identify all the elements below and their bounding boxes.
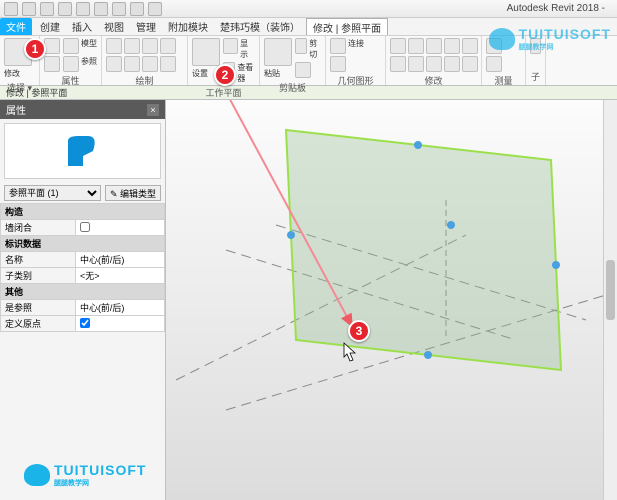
qat-redo[interactable] (58, 2, 72, 16)
close-icon[interactable]: × (147, 104, 159, 116)
ribbon-panel-geometry: 连接 几何图形 (326, 36, 386, 85)
props-btn-2[interactable] (44, 56, 60, 72)
app-title: Autodesk Revit 2018 - (507, 3, 605, 14)
type-preview (4, 123, 161, 179)
prop-isref-val[interactable]: 中心(前/后) (75, 300, 164, 316)
vertical-scrollbar[interactable] (603, 100, 617, 500)
draw-rect[interactable] (124, 38, 140, 54)
m3[interactable] (426, 38, 442, 54)
prop-name-val[interactable]: 中心(前/后) (75, 252, 164, 268)
ref-icon[interactable] (63, 56, 79, 72)
sec-id: 标识数据 (1, 236, 165, 252)
menu-create[interactable]: 创建 (34, 18, 66, 35)
type-selector-row: 参照平面 (1) ✎ 编辑类型 (0, 183, 165, 203)
qat-print[interactable] (76, 2, 90, 16)
m2[interactable] (408, 38, 424, 54)
marker-1: 1 (24, 38, 46, 60)
m4[interactable] (444, 38, 460, 54)
qat-more-4[interactable] (148, 2, 162, 16)
scrollbar-thumb[interactable] (606, 260, 615, 320)
qat-undo[interactable] (40, 2, 54, 16)
menu-manage[interactable]: 管理 (130, 18, 162, 35)
ribbon-panel-properties: 模型参照 属性 (40, 36, 102, 85)
elephant-icon (489, 28, 515, 50)
draw-circle[interactable] (160, 38, 176, 54)
draw-ellipse[interactable] (142, 56, 158, 72)
qat-more-3[interactable] (130, 2, 144, 16)
set-workplane[interactable] (192, 38, 220, 66)
qat-save[interactable] (22, 2, 36, 16)
marker-2: 2 (214, 64, 236, 86)
prop-subcat: 子类别 (1, 268, 76, 284)
menu-view[interactable]: 视图 (98, 18, 130, 35)
show-icon[interactable] (223, 38, 238, 54)
draw-pick[interactable] (160, 56, 176, 72)
menu-addins[interactable]: 附加模块 (162, 18, 214, 35)
prop-subcat-val[interactable]: <无> (75, 268, 164, 284)
elephant-icon (24, 464, 50, 486)
draw-poly[interactable] (142, 38, 158, 54)
draw-line[interactable] (106, 38, 122, 54)
m8[interactable] (426, 56, 442, 72)
panel-title-sub: 子 (530, 68, 541, 83)
watermark-bottom: TUITUISOFT腿腿教学网 (24, 462, 146, 488)
menu-insert[interactable]: 插入 (66, 18, 98, 35)
geom-2[interactable] (330, 56, 346, 72)
qat-open[interactable] (4, 2, 18, 16)
measure-2[interactable] (486, 56, 502, 72)
menu-modify[interactable]: 修改 | 参照平面 (306, 18, 388, 35)
menu-lumion[interactable]: 楚玮巧模（装饰） (214, 18, 306, 35)
panel-title-measure: 测量 (486, 72, 521, 87)
panel-title-clipboard: 剪贴板 (264, 79, 321, 94)
panel-title-geometry: 几何图形 (330, 72, 381, 87)
prop-wall-closure: 墙闭合 (1, 220, 76, 236)
panel-title-draw: 绘制 (106, 72, 183, 87)
quick-access-toolbar (4, 2, 162, 16)
ribbon-panel-draw: 绘制 (102, 36, 188, 85)
prop-deforigin: 定义原点 (1, 316, 76, 332)
viewport[interactable] (166, 100, 617, 500)
sec-construction: 构造 (1, 204, 165, 220)
m6[interactable] (390, 56, 406, 72)
model-icon[interactable] (63, 38, 79, 54)
panel-title-workplane: 工作平面 (192, 84, 255, 99)
marker-3: 3 (348, 320, 370, 342)
wall-closure-check[interactable] (80, 222, 90, 232)
m7[interactable] (408, 56, 424, 72)
paste-btn[interactable] (264, 38, 292, 66)
main: 属性 × 参照平面 (1) ✎ 编辑类型 构造 墙闭合 标识数据 名称中心(前/… (0, 100, 617, 500)
qat-more-2[interactable] (112, 2, 126, 16)
m1[interactable] (390, 38, 406, 54)
m5[interactable] (462, 38, 478, 54)
panel-title-props: 属性 (44, 72, 97, 87)
prop-name: 名称 (1, 252, 76, 268)
qat-more-1[interactable] (94, 2, 108, 16)
prop-isref: 是参照 (1, 300, 76, 316)
ribbon-panel-clipboard: 粘贴 剪切 剪贴板 (260, 36, 326, 85)
properties-table: 构造 墙闭合 标识数据 名称中心(前/后) 子类别<无> 其他 是参照中心(前/… (0, 203, 165, 332)
draw-arc[interactable] (106, 56, 122, 72)
watermark-top: TUITUISOFT腿腿教学网 (489, 26, 611, 52)
properties-sidebar: 属性 × 参照平面 (1) ✎ 编辑类型 构造 墙闭合 标识数据 名称中心(前/… (0, 100, 166, 500)
type-selector[interactable]: 参照平面 (1) (4, 185, 101, 201)
panel-title-modify: 修改 (390, 72, 477, 87)
def-origin-check[interactable] (80, 318, 90, 328)
ribbon-panel-modify: 修改 (386, 36, 482, 85)
context-label: 修改 | 参照平面 (6, 86, 67, 99)
m10[interactable] (462, 56, 478, 72)
m9[interactable] (444, 56, 460, 72)
sec-other: 其他 (1, 284, 165, 300)
edit-type-button[interactable]: ✎ 编辑类型 (105, 185, 161, 201)
properties-header: 属性 × (0, 100, 165, 119)
model-svg (166, 100, 617, 500)
draw-spline[interactable] (124, 56, 140, 72)
props-btn-1[interactable] (44, 38, 60, 54)
cut-icon[interactable] (295, 38, 307, 54)
titlebar: Autodesk Revit 2018 - (0, 0, 617, 18)
join-icon[interactable] (330, 38, 346, 54)
menu-file[interactable]: 文件 (0, 18, 32, 35)
copy-icon[interactable] (295, 62, 311, 78)
